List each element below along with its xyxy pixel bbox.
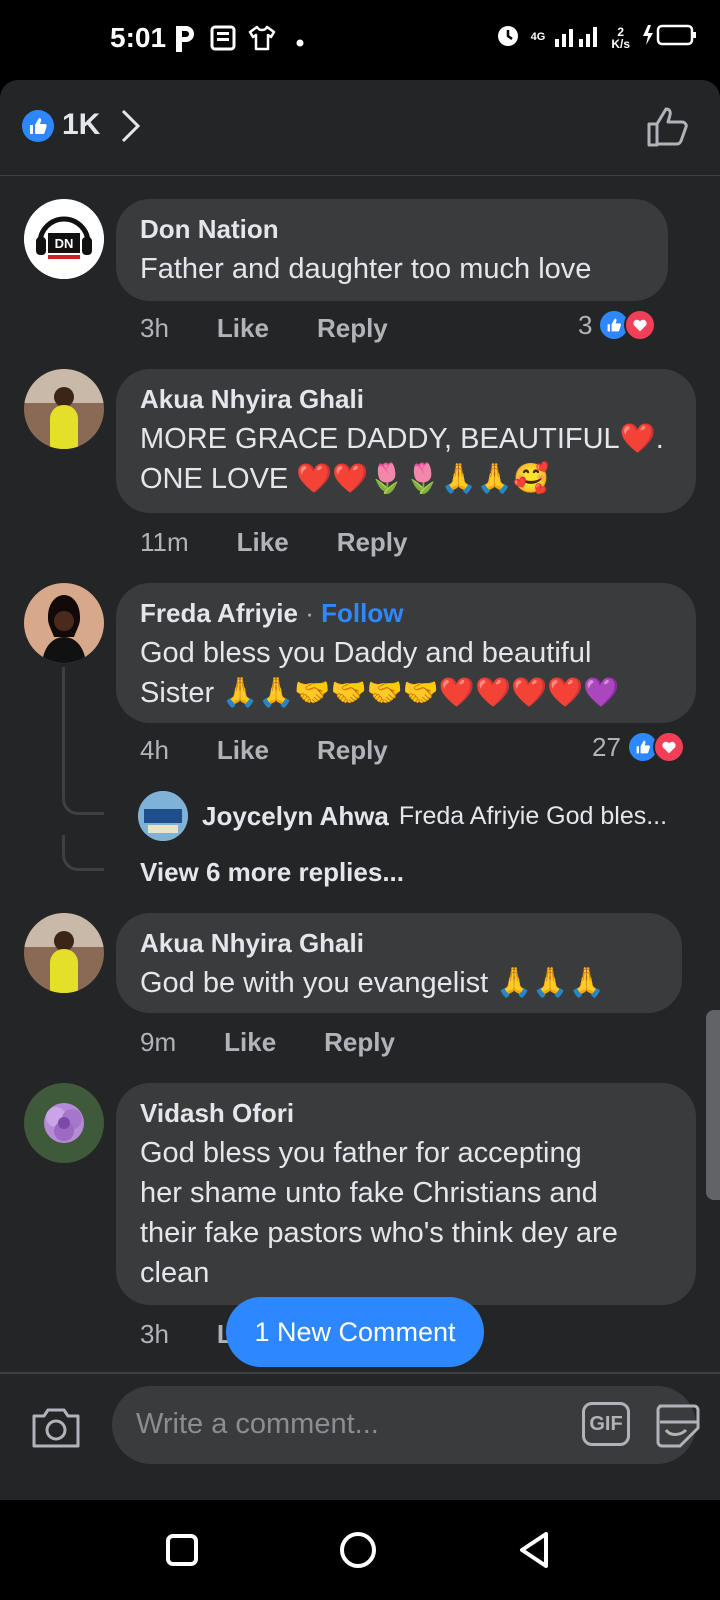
svg-text:DN: DN: [55, 236, 74, 251]
comment-actions: 3h Li: [140, 1319, 240, 1350]
comment-author[interactable]: Don Nation: [140, 213, 644, 245]
speed-unit: K/s: [611, 36, 630, 51]
recents-button[interactable]: [164, 1530, 200, 1575]
scrollbar[interactable]: [706, 1010, 720, 1200]
like-button[interactable]: Like: [237, 527, 289, 558]
avatar[interactable]: [24, 583, 104, 663]
avatar[interactable]: [138, 791, 188, 841]
reaction-count[interactable]: 1K: [62, 108, 100, 142]
reaction-count: 27: [592, 731, 621, 762]
comment-actions: 9m Like Reply: [140, 1027, 395, 1058]
new-comment-button[interactable]: 1 New Comment: [226, 1297, 484, 1367]
avatar[interactable]: [24, 1083, 104, 1163]
avatar[interactable]: [24, 913, 104, 993]
parking-icon: [174, 24, 196, 59]
battery-charging-icon: [640, 23, 698, 52]
comment-author[interactable]: Akua Nhyira Ghali: [140, 927, 658, 959]
reply-button[interactable]: Reply: [317, 313, 388, 344]
thread-connector: [62, 779, 104, 815]
comment-bubble[interactable]: Vidash Ofori God bless you father for ac…: [116, 1083, 696, 1305]
comment-author[interactable]: Vidash Ofori: [140, 1097, 672, 1129]
comment-time: 11m: [140, 527, 189, 557]
like-button[interactable]: Like: [224, 1027, 276, 1058]
comment-text-line: her shame unto fake Christians and: [140, 1177, 598, 1209]
comment-actions: 11m Like Reply: [140, 527, 408, 558]
comment-placeholder: Write a comment...: [136, 1408, 379, 1440]
comment-time: 3h: [140, 1319, 169, 1349]
comment-text: God be with you evangelist 🙏🙏🙏: [140, 967, 605, 999]
follow-button[interactable]: Follow: [321, 598, 403, 628]
status-bar: 5:01 4G 2 K/s: [0, 0, 720, 80]
comment-author: Freda Afriyie · Follow: [140, 597, 672, 629]
network-type: 4G: [530, 31, 546, 43]
chevron-right-icon[interactable]: [120, 108, 142, 149]
comment-text: MORE GRACE DADDY, BEAUTIFUL❤️. ONE LOVE …: [140, 419, 672, 499]
love-reaction-icon: [652, 731, 685, 763]
dot-separator: ·: [305, 598, 314, 628]
reply-button[interactable]: Reply: [337, 527, 408, 558]
comment-bubble[interactable]: Akua Nhyira Ghali God be with you evange…: [116, 913, 682, 1013]
comment-actions: 4h Like Reply: [140, 735, 388, 766]
comment-bubble[interactable]: Don Nation Father and daughter too much …: [116, 199, 668, 301]
comment-time: 4h: [140, 735, 169, 765]
comment-bubble[interactable]: Akua Nhyira Ghali MORE GRACE DADDY, BEAU…: [116, 369, 696, 513]
alarm-icon: [495, 22, 521, 53]
love-reaction-icon: [624, 309, 657, 341]
status-time: 5:01: [110, 22, 167, 53]
dot-icon: [296, 34, 304, 52]
signal-icon: [555, 23, 601, 52]
reply-preview[interactable]: Joycelyn Ahwa Freda Afriyie God bles...: [138, 791, 667, 841]
comment-text-line: their fake pastors who's think dey are: [140, 1217, 618, 1249]
comment-time: 3h: [140, 313, 169, 343]
system-nav-bar: [0, 1500, 720, 1600]
sticker-icon[interactable]: [652, 1400, 702, 1455]
like-reaction-icon: [22, 110, 54, 142]
avatar[interactable]: [24, 369, 104, 449]
avatar[interactable]: DN: [24, 199, 104, 279]
reactions-header: 1K: [0, 80, 720, 176]
like-button[interactable]: Like: [217, 735, 269, 766]
status-right: 4G 2 K/s: [495, 22, 698, 53]
news-icon: [210, 24, 238, 57]
comment-text-line: God bless you father for accepting: [140, 1137, 582, 1169]
thread-line: [62, 667, 65, 797]
reply-button[interactable]: Reply: [317, 735, 388, 766]
camera-icon[interactable]: [30, 1404, 82, 1455]
reply-text: Freda Afriyie God bles...: [398, 801, 668, 830]
thread-connector: [62, 835, 104, 871]
home-button[interactable]: [338, 1530, 378, 1575]
reaction-count: 3: [578, 309, 593, 340]
view-more-replies-link[interactable]: View 6 more replies...: [140, 857, 404, 888]
like-button[interactable]: Like: [217, 313, 269, 344]
shirt-icon: [248, 24, 276, 57]
comment-text-line: clean: [140, 1257, 210, 1289]
comment-bubble[interactable]: Freda Afriyie · Follow God bless you Dad…: [116, 583, 696, 723]
comment-text: Father and daughter too much love: [140, 253, 592, 285]
back-button[interactable]: [516, 1530, 552, 1575]
comment-author[interactable]: Akua Nhyira Ghali: [140, 383, 672, 415]
comment-text: God bless you father for accepting her s…: [140, 1133, 672, 1293]
author-name[interactable]: Freda Afriyie: [140, 598, 298, 628]
comment-input[interactable]: Write a comment... GIF: [112, 1386, 700, 1464]
comment-composer: Write a comment... GIF: [0, 1372, 720, 1500]
comment-text-line: ONE LOVE ❤️❤️🌷🌷🙏🙏🥰: [140, 463, 550, 495]
comment-text: God bless you Daddy and beautiful Sister…: [140, 633, 672, 713]
comment-text-line: God bless you Daddy and beautiful: [140, 637, 592, 669]
comment-actions: 3h Like Reply: [140, 313, 388, 344]
thumbs-up-icon[interactable]: [646, 106, 690, 153]
network-speed: 2 K/s: [611, 26, 630, 50]
gif-button[interactable]: GIF: [582, 1402, 630, 1446]
comments-feed[interactable]: DN Don Nation Father and daughter too mu…: [0, 177, 720, 1377]
comment-text-line: MORE GRACE DADDY, BEAUTIFUL❤️.: [140, 423, 664, 455]
comment-time: 9m: [140, 1027, 177, 1057]
reply-button[interactable]: Reply: [324, 1027, 395, 1058]
comment-reactions[interactable]: 3: [578, 309, 657, 341]
comments-panel: 1K DN Don Nation Father and daughter too…: [0, 80, 720, 1500]
comment-text-line: Sister 🙏🙏🤝🤝🤝🤝❤️❤️❤️❤️💜: [140, 677, 620, 709]
reply-author[interactable]: Joycelyn Ahwa: [202, 801, 389, 832]
comment-reactions[interactable]: 27: [592, 731, 685, 763]
